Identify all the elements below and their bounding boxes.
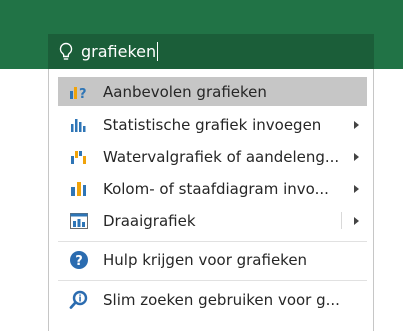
search-input-value[interactable]: grafieken <box>81 42 156 61</box>
menu-item-label: Aanbevolen grafieken <box>103 82 267 101</box>
menu-item-get-help[interactable]: ? Hulp krijgen voor grafieken <box>58 245 367 274</box>
menu-item-column-bar-chart[interactable]: Kolom- of staafdiagram invo... <box>58 174 367 203</box>
smart-lookup-icon: i <box>69 290 89 310</box>
menu-item-label: Kolom- of staafdiagram invo... <box>103 179 329 198</box>
svg-text:i: i <box>78 294 81 304</box>
pivot-chart-icon <box>69 211 89 231</box>
menu-item-insert-statistic-chart[interactable]: Statistische grafiek invoegen <box>58 110 367 139</box>
menu-item-smart-lookup[interactable]: i Slim zoeken gebruiken voor g... <box>58 285 367 314</box>
submenu-arrow-icon[interactable] <box>354 216 359 225</box>
column-chart-icon <box>69 179 89 199</box>
menu-item-recommended-charts[interactable]: ? Aanbevolen grafieken <box>58 77 367 106</box>
search-results-dropdown: ? Aanbevolen grafieken Statistische graf… <box>48 69 374 331</box>
submenu-arrow-icon <box>354 120 359 129</box>
submenu-arrow-icon <box>354 184 359 193</box>
menu-item-label: Statistische grafiek invoegen <box>103 115 322 134</box>
menu-divider <box>58 280 367 281</box>
statistic-chart-icon <box>69 115 89 135</box>
help-icon: ? <box>69 250 89 270</box>
menu-item-label: Draaigrafiek <box>103 211 196 230</box>
menu-item-label: Slim zoeken gebruiken voor g... <box>103 290 340 309</box>
tell-me-search-box[interactable]: grafieken <box>48 34 374 69</box>
menu-item-label: Watervalgrafiek of aandeleng... <box>103 147 340 166</box>
menu-divider <box>58 241 367 242</box>
split-separator <box>341 212 342 229</box>
menu-item-label: Hulp krijgen voor grafieken <box>103 250 308 269</box>
submenu-arrow-icon <box>354 152 359 161</box>
svg-text:?: ? <box>75 254 83 269</box>
waterfall-chart-icon <box>69 147 89 167</box>
menu-item-pivot-chart[interactable]: Draaigrafiek <box>58 206 367 235</box>
lightbulb-icon <box>58 42 74 62</box>
recommended-charts-icon: ? <box>69 82 89 102</box>
text-cursor <box>157 42 159 61</box>
svg-text:?: ? <box>79 87 87 102</box>
menu-item-waterfall-chart[interactable]: Watervalgrafiek of aandeleng... <box>58 142 367 171</box>
